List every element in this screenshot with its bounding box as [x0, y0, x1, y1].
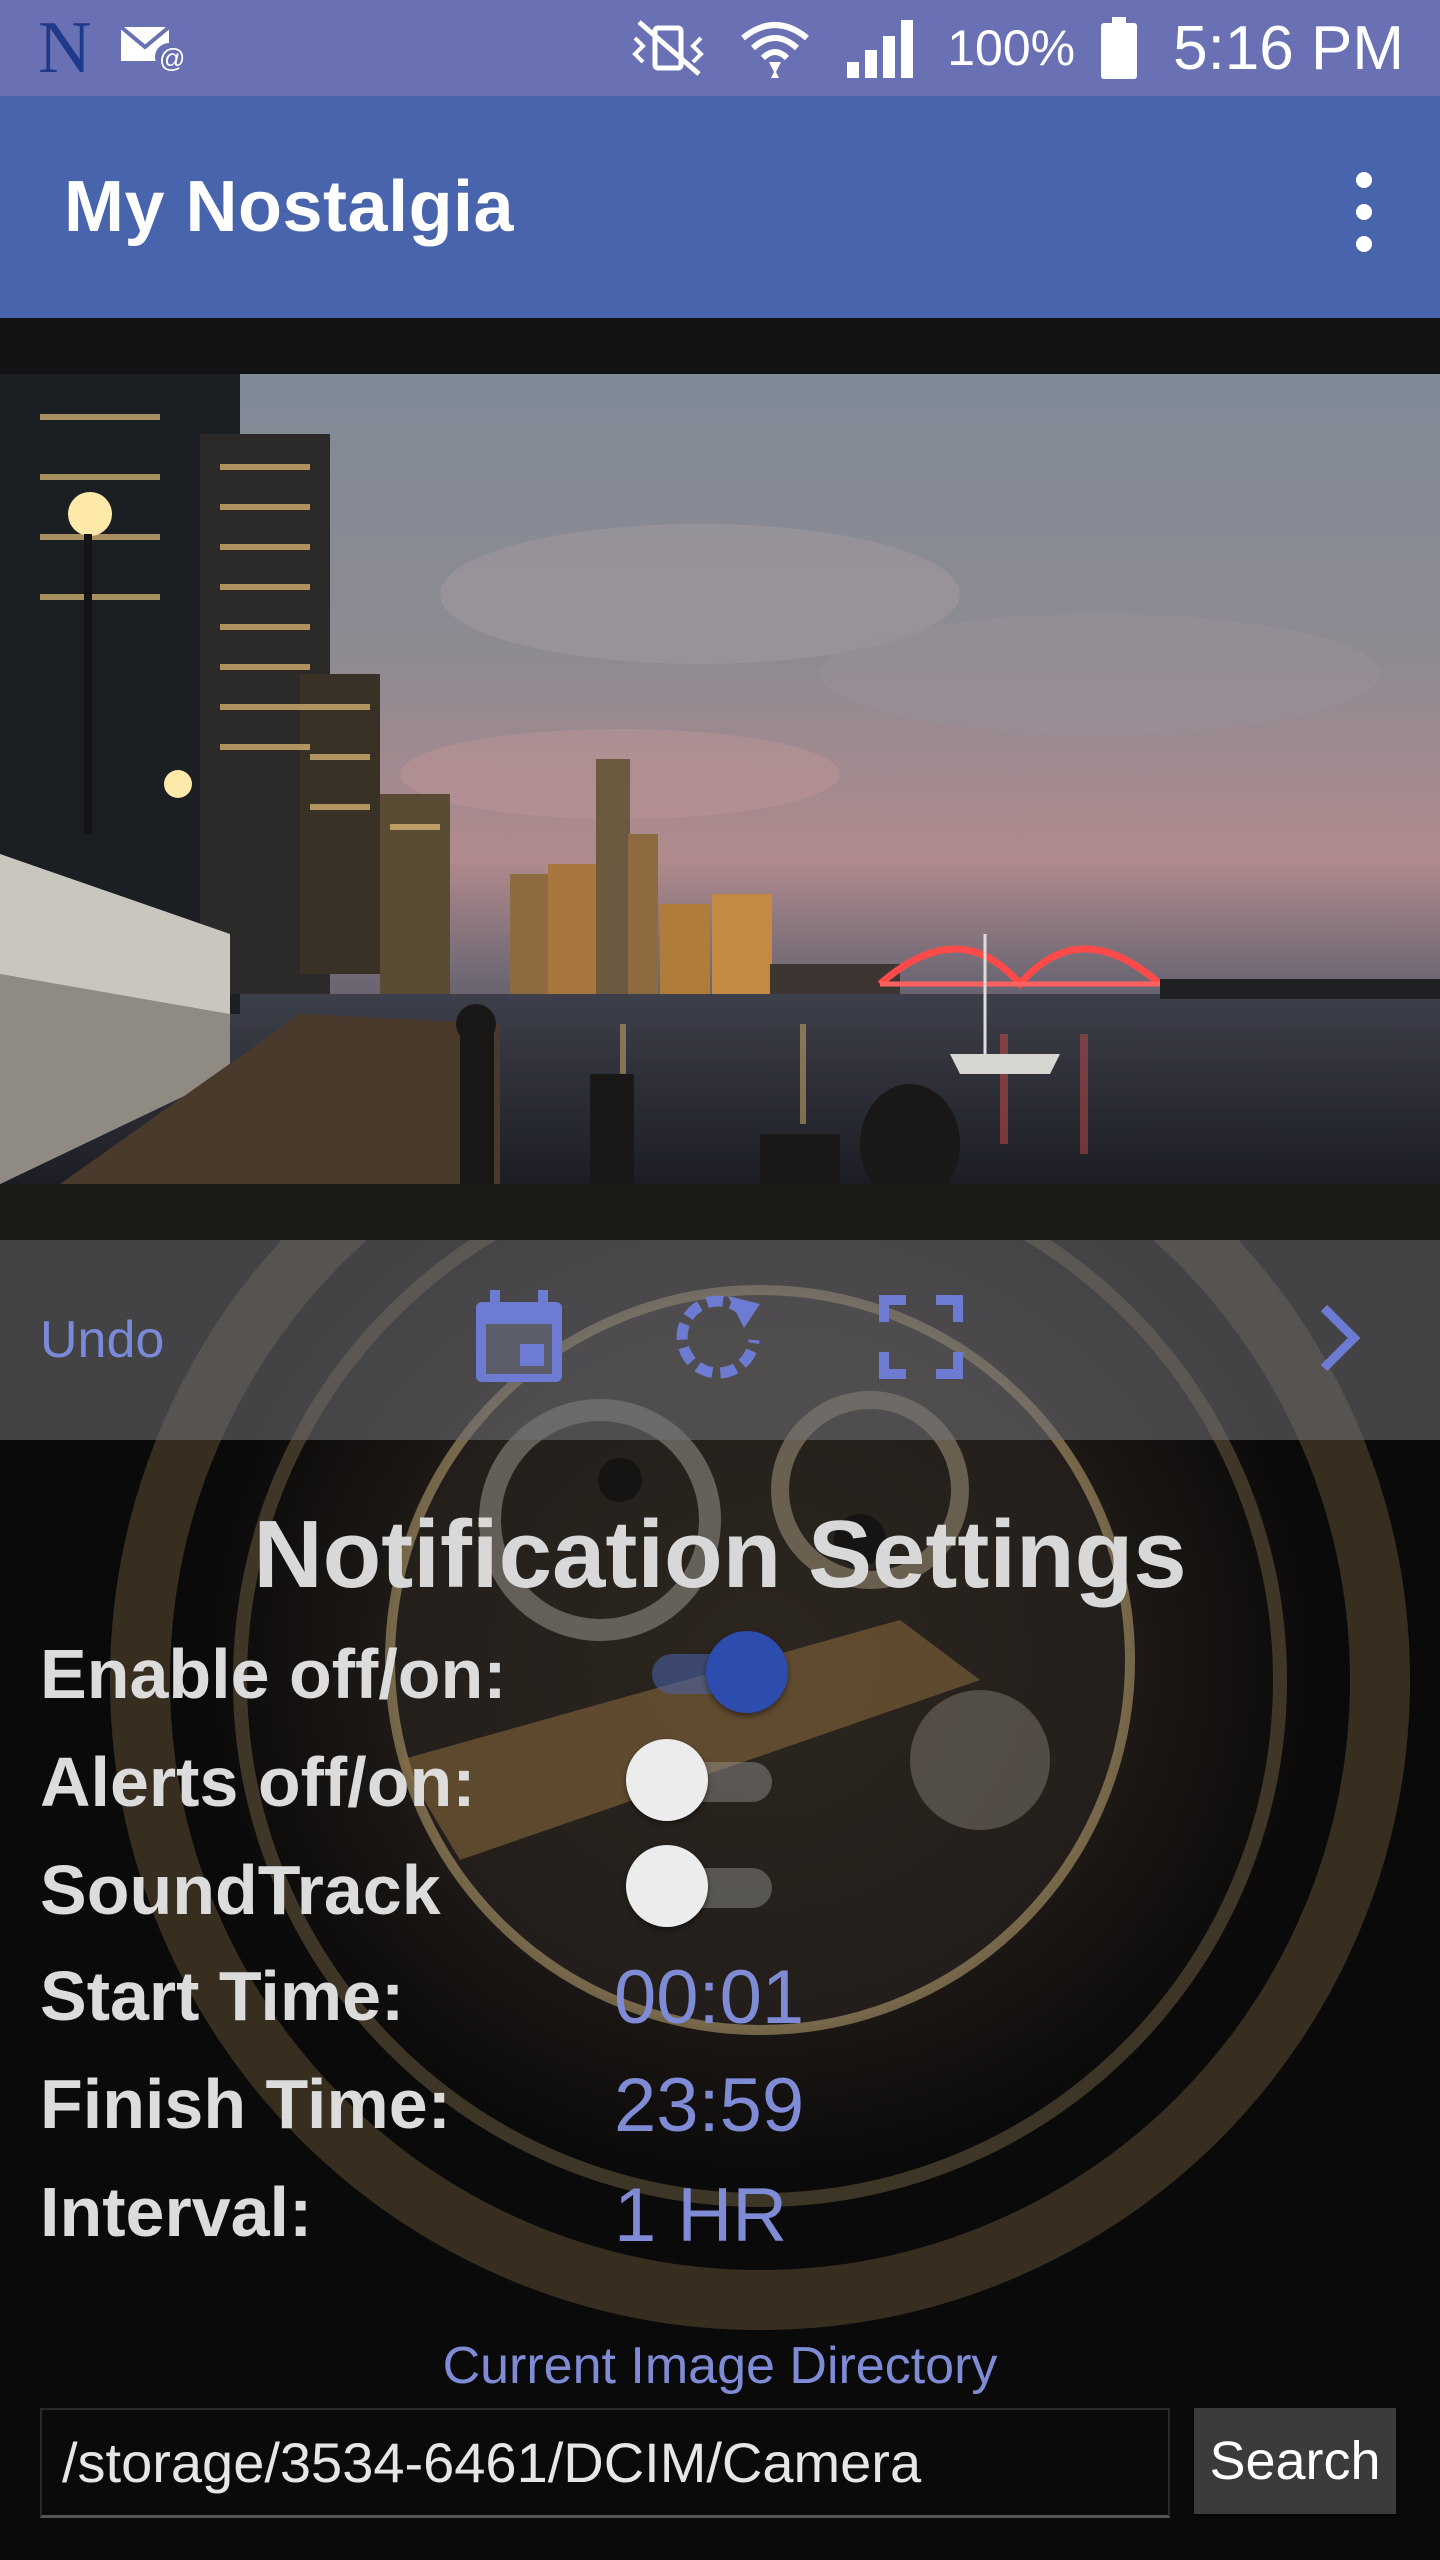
undo-button[interactable]: Undo	[40, 1310, 164, 1370]
status-clock: 5:16 PM	[1173, 13, 1404, 83]
svg-text:@: @	[159, 43, 185, 73]
battery-percentage: 100%	[947, 20, 1076, 76]
n-logo-icon: N	[38, 7, 92, 89]
soundtrack-toggle[interactable]	[616, 1842, 796, 1932]
fullscreen-icon[interactable]	[866, 1282, 976, 1392]
finish-time-value[interactable]: 23:59	[614, 2062, 804, 2149]
notification-settings-title: Notification Settings	[253, 1501, 1187, 1608]
soundtrack-label: SoundTrack	[40, 1851, 441, 1929]
overflow-menu-icon[interactable]	[1332, 172, 1396, 252]
refresh-icon[interactable]	[664, 1282, 774, 1392]
signal-icon	[847, 20, 914, 78]
status-bar: N @ 100% 5:16 PM	[0, 0, 1440, 96]
alerts-toggle[interactable]	[616, 1736, 796, 1826]
chevron-right-icon[interactable]	[1296, 1282, 1386, 1392]
image-toolbar: Undo	[0, 1240, 1440, 1440]
start-time-label: Start Time:	[40, 1957, 405, 2035]
finish-time-label: Finish Time:	[40, 2065, 451, 2143]
wifi-icon	[741, 22, 810, 78]
vibrate-off-icon	[632, 20, 705, 76]
app-bar: My Nostalgia	[0, 96, 1440, 318]
photo-top-band	[0, 318, 1440, 374]
toggle-thumb	[706, 1631, 788, 1713]
calendar-icon[interactable]	[464, 1282, 574, 1392]
toggle-thumb	[626, 1739, 708, 1821]
mail-icon: @	[120, 25, 185, 73]
toggle-thumb	[626, 1845, 708, 1927]
app-title: My Nostalgia	[64, 167, 515, 247]
enable-toggle[interactable]	[616, 1628, 796, 1718]
enable-label: Enable off/on:	[40, 1635, 507, 1713]
interval-label: Interval:	[40, 2173, 313, 2251]
directory-path-input[interactable]	[40, 2408, 1170, 2518]
search-button[interactable]: Search	[1194, 2408, 1396, 2514]
city-night-photo[interactable]	[0, 374, 1440, 1184]
interval-value[interactable]: 1 HR	[614, 2172, 787, 2259]
status-right-icons: 100% 5:16 PM	[629, 0, 1404, 96]
photo-bottom-band	[0, 1184, 1440, 1240]
battery-icon	[1101, 17, 1138, 79]
current-image-directory-label: Current Image Directory	[442, 2337, 998, 2395]
alerts-label: Alerts off/on:	[40, 1743, 476, 1821]
status-left-icons: N @	[38, 7, 185, 89]
start-time-value[interactable]: 00:01	[614, 1954, 804, 2041]
